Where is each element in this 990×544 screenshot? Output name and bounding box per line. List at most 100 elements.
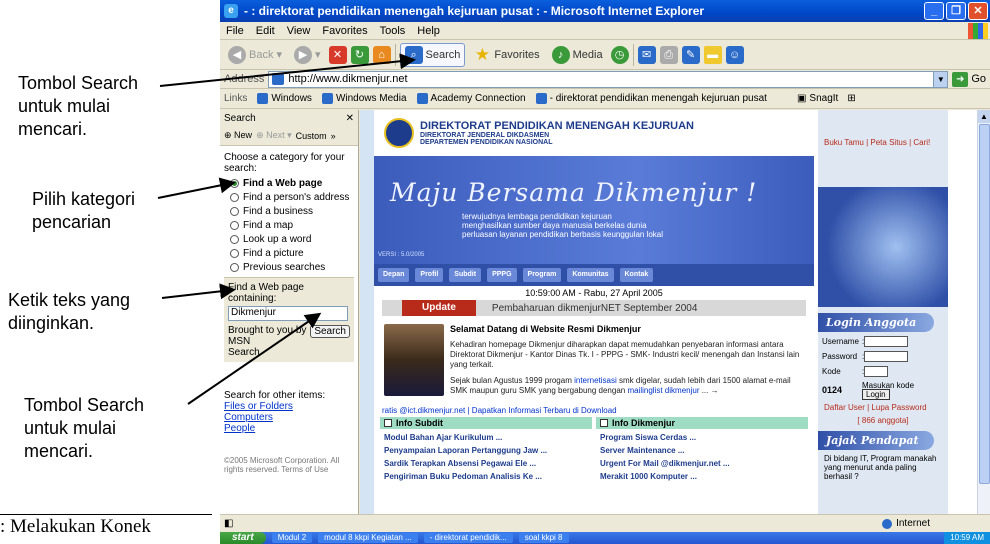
info-subdit-item[interactable]: Sardik Terapkan Absensi Pegawai Ele ...	[384, 459, 592, 468]
radio[interactable]	[230, 207, 239, 216]
link-computers[interactable]: Computers	[224, 412, 354, 423]
forward-button[interactable]: ▶ ▾	[290, 43, 325, 67]
stop-icon[interactable]: ✕	[328, 45, 347, 64]
back-dropdown-icon[interactable]: ▾	[276, 48, 282, 61]
link-academy-connection[interactable]: Academy Connection	[416, 93, 526, 104]
refresh-icon[interactable]: ↻	[350, 45, 369, 64]
nav-profil[interactable]: Profil	[415, 268, 444, 282]
task-modul-2[interactable]: Modul 2	[271, 533, 313, 543]
nav-komunitas[interactable]: Komunitas	[567, 268, 614, 282]
folder-icon[interactable]: ▬	[703, 45, 722, 64]
vertical-scrollbar[interactable]: ▲	[977, 110, 990, 514]
link-people[interactable]: People	[224, 423, 354, 434]
messenger-icon[interactable]: ☺	[725, 45, 744, 64]
menu-help[interactable]: Help	[417, 25, 440, 37]
address-dropdown-icon[interactable]: ▼	[933, 71, 948, 87]
link-windows[interactable]: Windows	[257, 93, 312, 104]
update-text[interactable]: Pembaharuan dikmenjurNET September 2004	[492, 303, 698, 314]
link-page-icon	[321, 93, 333, 104]
info-dikmenjur-item[interactable]: Merakit 1000 Komputer ...	[600, 472, 808, 481]
snagit-window-icon[interactable]: ⊞	[847, 93, 855, 104]
go-button[interactable]: ➜ Go	[952, 71, 986, 87]
option-business[interactable]: Find a business	[230, 206, 354, 217]
info-subdit-item[interactable]: Modul Bahan Ajar Kurikulum ...	[384, 433, 592, 442]
password-input[interactable]	[864, 351, 909, 362]
internetisasi-link[interactable]: internetisasi	[574, 376, 617, 385]
terms-link[interactable]: Terms of Use	[281, 465, 328, 474]
scrollbar-thumb[interactable]	[979, 124, 990, 484]
task-ie-dikmenjur[interactable]: - direktorat pendidik...	[423, 533, 513, 543]
task-modul-8[interactable]: modul 8 kkpi Kegiatan ...	[318, 533, 418, 543]
search-pane-toolbar: ⊕ New ⊕ Next ▾ Custom »	[220, 126, 358, 146]
info-dikmenjur-item[interactable]: Urgent For Mail @dikmenjur.net ...	[600, 459, 808, 468]
menu-file[interactable]: File	[226, 25, 244, 37]
search-go-button[interactable]: Search	[310, 325, 350, 338]
link-dikmenjur[interactable]: - direktorat pendidikan menengah kejurua…	[535, 93, 767, 104]
info-subdit-item[interactable]: Pengiriman Buku Pedoman Analisis Ke ...	[384, 472, 592, 481]
radio[interactable]	[230, 193, 239, 202]
option-previous-searches[interactable]: Previous searches	[230, 262, 354, 273]
option-look-up-word[interactable]: Look up a word	[230, 234, 354, 245]
daftar-links[interactable]: Daftar User | Lupa Password	[824, 403, 942, 412]
next-button[interactable]: ⊕ Next ▾	[256, 130, 292, 141]
footer-rule	[0, 514, 212, 515]
address-input[interactable]: http://www.dikmenjur.net ▼	[268, 70, 949, 88]
info-dikmenjur-item[interactable]: Program Siswa Cerdas ...	[600, 433, 808, 442]
link-files-folders[interactable]: Files or Folders	[224, 401, 354, 412]
back-button[interactable]: ◀ Back ▾	[224, 43, 286, 67]
links-bar: Links Windows Windows Media Academy Conn…	[220, 89, 990, 109]
update-bar: Update Pembaharuan dikmenjurNET Septembe…	[382, 300, 806, 316]
favorites-button[interactable]: ★ Favorites	[469, 43, 543, 67]
custom-button[interactable]: Custom	[296, 131, 327, 141]
chevron-right-icon[interactable]: »	[331, 131, 336, 141]
nav-kontak[interactable]: Kontak	[619, 268, 654, 282]
menu-tools[interactable]: Tools	[380, 25, 406, 37]
radio[interactable]	[230, 235, 239, 244]
nav-depan[interactable]: Depan	[378, 268, 410, 282]
ie-icon: e	[224, 4, 238, 18]
snagit-button[interactable]: ▣ SnagIt ⊞	[797, 93, 856, 104]
info-subdit-item[interactable]: Penyampaian Laporan Pertanggung Jaw ...	[384, 446, 592, 455]
nav-pppg[interactable]: PPPG	[487, 268, 517, 282]
nav-program[interactable]: Program	[522, 268, 562, 282]
forward-dropdown-icon[interactable]: ▾	[315, 48, 321, 61]
guestbook-links[interactable]: Buku Tamu | Peta Situs | Cari!	[818, 110, 948, 147]
task-soal-kkpi[interactable]: soal kkpi 8	[518, 533, 569, 543]
update-badge: Update	[402, 300, 476, 316]
title-bar[interactable]: e - : direktorat pendidikan menengah kej…	[220, 0, 990, 22]
close-pane-icon[interactable]: ✕	[346, 113, 354, 124]
info-dikmenjur-item[interactable]: Server Maintenance ...	[600, 446, 808, 455]
new-search-button[interactable]: ⊕ New	[224, 130, 252, 141]
menu-edit[interactable]: Edit	[256, 25, 275, 37]
option-person-address[interactable]: Find a person's address	[230, 192, 354, 203]
nav-subdit[interactable]: Subdit	[449, 268, 482, 282]
start-button[interactable]: start	[220, 532, 266, 544]
media-button[interactable]: ♪ Media	[548, 43, 607, 67]
radio[interactable]	[230, 263, 239, 272]
radio[interactable]	[230, 221, 239, 230]
minimize-button[interactable]: _	[924, 2, 944, 20]
radio[interactable]	[230, 249, 239, 258]
home-icon[interactable]: ⌂	[372, 45, 391, 64]
mailinglist-link[interactable]: mailinglist dikmenjur	[627, 386, 699, 395]
radio-checked[interactable]	[230, 179, 239, 188]
option-web-page[interactable]: Find a Web page	[230, 178, 354, 189]
username-input[interactable]	[864, 336, 909, 347]
close-button[interactable]: ✕	[968, 2, 988, 20]
print-icon[interactable]: ⎙	[659, 45, 678, 64]
menu-view[interactable]: View	[287, 25, 311, 37]
menu-favorites[interactable]: Favorites	[322, 25, 367, 37]
history-icon[interactable]: ◷	[610, 45, 629, 64]
option-picture[interactable]: Find a picture	[230, 248, 354, 259]
edit-icon[interactable]: ✎	[681, 45, 700, 64]
kode-input[interactable]	[864, 366, 889, 377]
login-button[interactable]: Login	[862, 389, 890, 400]
search-toolbar-button[interactable]: ⌕ Search	[399, 42, 466, 67]
mail-icon[interactable]: ✉	[637, 45, 656, 64]
ticker-text[interactable]: ratis @ict.dikmenjur.net | Dapatkan Info…	[374, 406, 814, 415]
link-windows-media[interactable]: Windows Media	[321, 93, 407, 104]
search-query-input[interactable]: Dikmenjur	[228, 306, 348, 321]
option-map[interactable]: Find a map	[230, 220, 354, 231]
maximize-button[interactable]: ❐	[946, 2, 966, 20]
scroll-up-icon[interactable]: ▲	[978, 110, 990, 123]
